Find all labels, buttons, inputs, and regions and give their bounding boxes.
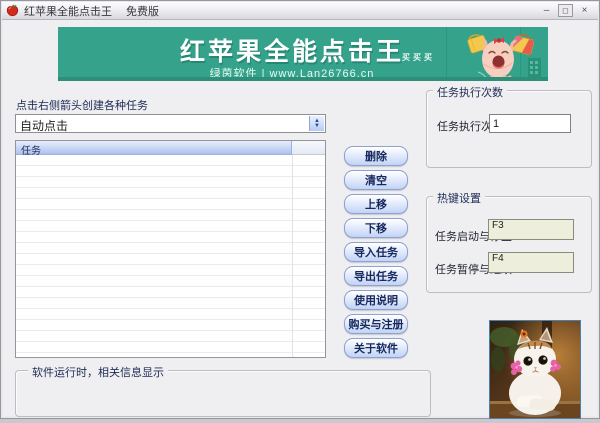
cat-photo-image [490,321,580,418]
shopper-mascot-icon [444,28,548,81]
task-type-value: 自动点击 [20,117,68,134]
task-type-select[interactable]: 自动点击 ▲ ▼ [15,114,326,133]
banner: 红苹果全能点击王 绿茵软件 | www.Lan26766.cn 买买买 [58,27,548,81]
banner-bottom-strip [58,77,548,81]
clear-button[interactable]: 清空 [344,170,408,190]
maximize-icon[interactable]: ◻ [558,4,573,17]
task-list[interactable]: 任务 [15,140,326,358]
title-bar: 红苹果全能点击王 免费版 – ◻ × [2,2,598,20]
spin-down-icon[interactable]: ▼ [314,124,320,129]
app-title: 红苹果全能点击王 [24,6,112,18]
close-icon[interactable]: × [577,4,592,17]
edition-label: 免费版 [126,6,159,18]
start-stop-hotkey-input[interactable] [488,219,574,240]
delete-button[interactable]: 删除 [344,146,408,166]
create-task-hint: 点击右侧箭头创建各种任务 [16,97,148,113]
minimize-icon[interactable]: – [539,4,554,17]
status-info-group: 软件运行时，相关信息显示 [15,370,431,417]
exec-count-group: 任务执行次数 任务执行次数 [426,90,592,168]
task-list-body[interactable] [16,155,325,357]
app-window: 红苹果全能点击王 免费版 – ◻ × 红苹果全能点击王 绿茵软件 | www.La… [0,0,600,419]
help-button[interactable]: 使用说明 [344,290,408,310]
red-apple-icon [6,4,19,17]
cat-photo [489,320,581,419]
hotkey-legend: 热键设置 [433,190,485,206]
hotkey-group: 热键设置 任务启动与停止 任务暂停与继续 [426,196,592,293]
export-tasks-button[interactable]: 导出任务 [344,266,408,286]
column-separator [292,155,293,357]
move-up-button[interactable]: 上移 [344,194,408,214]
exec-count-input[interactable] [489,114,571,133]
spinner-control[interactable]: ▲ ▼ [309,116,324,131]
empty-column-header [292,141,325,155]
about-button[interactable]: 关于软件 [344,338,408,358]
pause-resume-hotkey-input[interactable] [488,252,574,273]
move-down-button[interactable]: 下移 [344,218,408,238]
exec-count-legend: 任务执行次数 [433,84,507,100]
mascot-caption: 买买买 [402,52,435,63]
task-column-header[interactable]: 任务 [16,141,292,155]
window-title: 红苹果全能点击王 免费版 [24,3,159,19]
import-tasks-button[interactable]: 导入任务 [344,242,408,262]
window-controls: – ◻ × [539,4,592,17]
status-info-legend: 软件运行时，相关信息显示 [28,364,168,380]
buy-register-button[interactable]: 购买与注册 [344,314,408,334]
